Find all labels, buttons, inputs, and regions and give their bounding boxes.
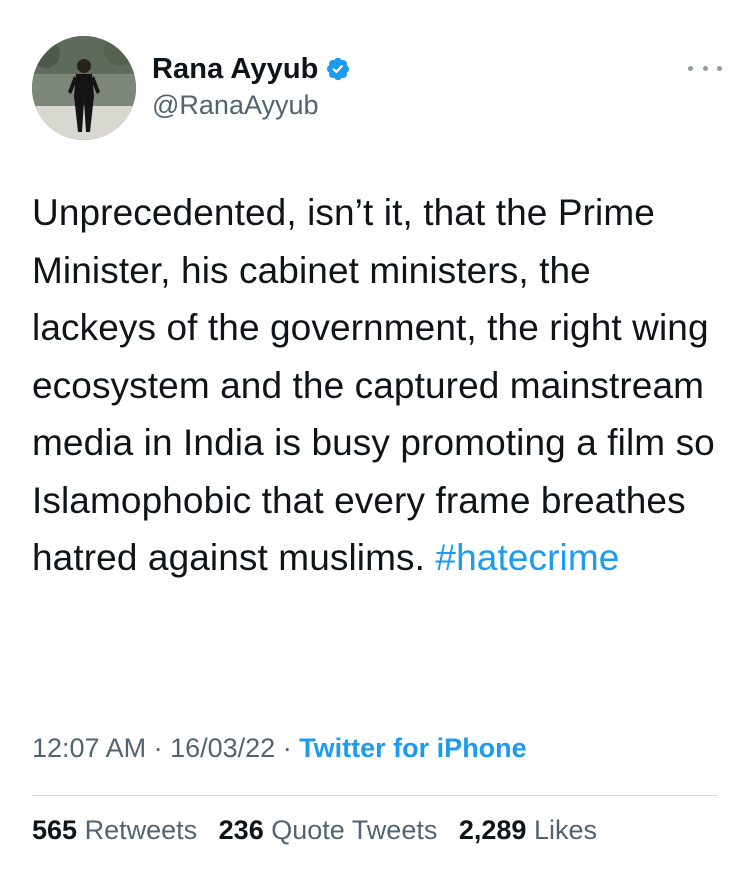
verified-badge-icon [325, 56, 351, 82]
quote-tweets-count: 236 [218, 815, 264, 845]
tweet-metadata: 12:07 AM · 16/03/22 · Twitter for iPhone [32, 733, 527, 764]
divider [32, 795, 718, 796]
user-handle[interactable]: @RanaAyyub [152, 90, 351, 121]
quote-tweets-stat[interactable]: 236 Quote Tweets [219, 815, 438, 845]
likes-label: Likes [533, 815, 597, 845]
more-options-icon[interactable] [688, 58, 722, 78]
retweets-count: 565 [32, 815, 78, 845]
retweets-stat[interactable]: 565 Retweets [32, 815, 197, 845]
meta-separator: · [146, 733, 171, 763]
tweet-text: Unprecedented, isn’t it, that the Prime … [32, 192, 715, 578]
tweet-date[interactable]: 16/03/22 [170, 733, 275, 763]
more-dot [717, 65, 722, 71]
tweet-card: Rana Ayyub @RanaAyyub Unprecedented, isn… [0, 0, 750, 871]
retweets-label: Retweets [84, 815, 198, 845]
likes-stat[interactable]: 2,289 Likes [459, 815, 597, 845]
tweet-stats: 565 Retweets 236 Quote Tweets 2,289 Like… [32, 815, 611, 846]
quote-tweets-label: Quote Tweets [271, 815, 438, 845]
avatar-photo [32, 36, 136, 140]
meta-separator: · [275, 733, 300, 763]
more-dot [702, 65, 708, 71]
hashtag-link[interactable]: #hatecrime [435, 537, 619, 578]
name-row: Rana Ayyub [152, 52, 351, 86]
avatar[interactable] [32, 36, 136, 140]
display-name[interactable]: Rana Ayyub [152, 53, 318, 86]
tweet-source-link[interactable]: Twitter for iPhone [299, 733, 527, 763]
user-info: Rana Ayyub @RanaAyyub [152, 52, 351, 121]
more-dot [688, 65, 693, 71]
tweet-time[interactable]: 12:07 AM [32, 733, 146, 763]
tweet-header: Rana Ayyub @RanaAyyub [32, 36, 722, 140]
likes-count: 2,289 [458, 815, 527, 845]
tweet-body: Unprecedented, isn’t it, that the Prime … [32, 184, 722, 587]
